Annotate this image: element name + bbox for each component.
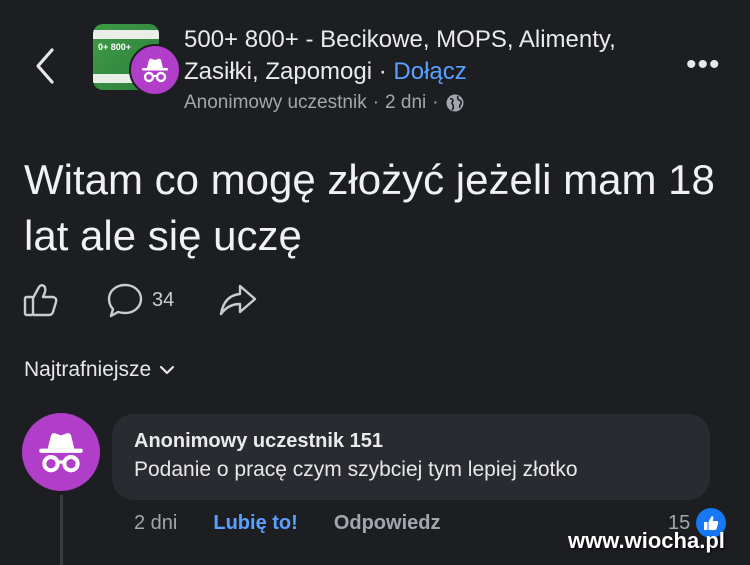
chevron-left-icon — [36, 48, 54, 84]
separator: · — [378, 58, 387, 85]
sort-label: Najtrafniejsze — [24, 358, 152, 381]
globe-icon — [446, 94, 464, 112]
like-button[interactable] — [22, 281, 60, 319]
comment-text: Podanie o pracę czym szybciej tym lepiej… — [134, 458, 578, 481]
comment-reply-button[interactable]: Odpowiedz — [334, 512, 441, 535]
post-text: Witam co mogę złożyć jeżeli mam 18 lat a… — [24, 156, 715, 259]
back-button[interactable] — [30, 44, 60, 88]
more-options-button[interactable]: ••• — [686, 48, 721, 82]
separator: · — [432, 92, 439, 113]
comment-sort-dropdown[interactable]: Najtrafniejsze — [24, 358, 175, 382]
comment-time[interactable]: 2 dni — [134, 512, 177, 535]
group-cover-text: 0+ 800+ — [98, 42, 132, 52]
comment-count: 34 — [152, 288, 175, 311]
share-icon — [220, 284, 257, 316]
join-group-link[interactable]: Dołącz — [393, 58, 466, 85]
post-actions: 34 — [22, 281, 258, 319]
comment-actions: 2 dni Lubię to! Odpowiedz — [134, 512, 440, 535]
thread-line — [60, 495, 63, 565]
post-time[interactable]: 2 dni — [385, 92, 426, 114]
watermark: www.wiocha.pl — [568, 528, 725, 553]
comment-like-button[interactable]: Lubię to! — [213, 512, 297, 535]
comment-bubble[interactable] — [112, 414, 710, 500]
comment-author[interactable]: Anonimowy uczestnik 151 — [134, 430, 383, 453]
commenter-avatar[interactable] — [22, 413, 100, 491]
post-author[interactable]: Anonimowy uczestnik — [184, 92, 367, 114]
group-name: 500+ 800+ - Becikowe, MOPS, Alimenty, Za… — [184, 24, 654, 88]
post-meta: Anonimowy uczestnik · 2 dni · — [184, 92, 465, 114]
comment-button[interactable]: 34 — [106, 281, 174, 319]
incognito-icon — [39, 433, 83, 473]
author-avatar[interactable] — [129, 44, 181, 96]
thumbs-up-icon — [23, 284, 58, 317]
chevron-down-icon — [160, 365, 175, 375]
separator: · — [372, 92, 380, 113]
incognito-icon — [142, 58, 168, 83]
share-button[interactable] — [218, 281, 258, 319]
comment-bubble-icon — [107, 283, 143, 318]
